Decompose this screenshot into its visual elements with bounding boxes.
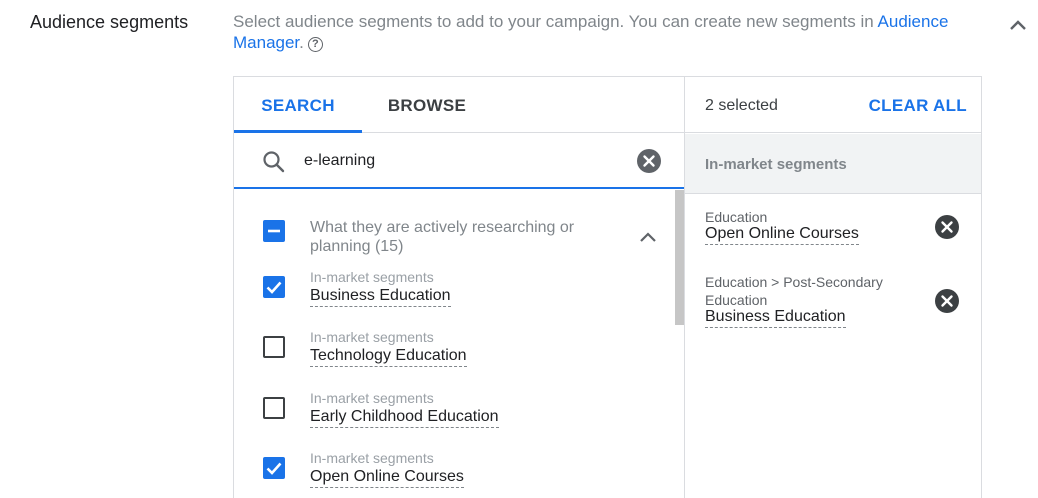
- collapse-chevron-up-icon[interactable]: [1008, 18, 1028, 32]
- selected-item-path: Education > Post-Secondary Education: [705, 274, 883, 308]
- search-pane: SEARCH BROWSE What they are actively res: [234, 77, 685, 498]
- checkbox-checked[interactable]: [263, 276, 285, 298]
- tab-search[interactable]: SEARCH: [234, 77, 362, 133]
- minus-icon: [268, 229, 280, 233]
- clear-search-icon[interactable]: [636, 148, 662, 174]
- item-category: In-market segments: [310, 450, 434, 466]
- checkbox-checked[interactable]: [263, 457, 285, 479]
- scrollbar-thumb[interactable]: [675, 190, 684, 325]
- section-description: Select audience segments to add to your …: [233, 11, 993, 53]
- description-end: .: [299, 33, 304, 52]
- group-header-researching[interactable]: What they are actively researching or pl…: [234, 204, 674, 255]
- search-icon: [263, 151, 285, 173]
- item-category: In-market segments: [310, 269, 434, 285]
- checkbox-unchecked[interactable]: [263, 397, 285, 419]
- check-icon: [266, 462, 282, 475]
- selected-group-header: In-market segments: [685, 134, 981, 194]
- description-text: Select audience segments to add to your …: [233, 12, 878, 31]
- checkbox-unchecked[interactable]: [263, 336, 285, 358]
- help-icon[interactable]: ?: [307, 37, 323, 52]
- list-item[interactable]: In-market segments Open Online Courses: [234, 447, 674, 498]
- selected-item-path: Education: [705, 209, 768, 225]
- search-bar: [234, 133, 684, 189]
- remove-icon[interactable]: [934, 214, 960, 240]
- results-list: What they are actively researching or pl…: [234, 190, 684, 498]
- item-category: In-market segments: [310, 390, 434, 406]
- remove-icon[interactable]: [934, 288, 960, 314]
- clear-all-button[interactable]: CLEAR ALL: [869, 96, 967, 116]
- segment-picker-panel: SEARCH BROWSE What they are actively res: [233, 76, 982, 498]
- list-item[interactable]: In-market segments Early Childhood Educa…: [234, 387, 674, 447]
- chevron-up-icon[interactable]: [639, 231, 657, 243]
- section-title: Audience segments: [30, 12, 189, 32]
- selected-header: 2 selected CLEAR ALL: [685, 77, 981, 133]
- item-name[interactable]: Business Education: [310, 287, 451, 307]
- selected-count: 2 selected: [705, 97, 778, 114]
- list-item[interactable]: In-market segments Technology Education: [234, 326, 674, 386]
- item-name[interactable]: Open Online Courses: [310, 468, 464, 488]
- tab-browse[interactable]: BROWSE: [362, 77, 492, 133]
- group-checkbox-indeterminate[interactable]: [263, 220, 285, 242]
- item-category: In-market segments: [310, 329, 434, 345]
- item-name[interactable]: Technology Education: [310, 347, 467, 367]
- check-icon: [266, 281, 282, 294]
- selected-item-name[interactable]: Open Online Courses: [705, 225, 859, 245]
- selected-pane: 2 selected CLEAR ALL In-market segments …: [685, 77, 981, 498]
- tab-bar: SEARCH BROWSE: [234, 77, 684, 133]
- group-label: What they are actively researching or pl…: [310, 219, 575, 255]
- list-item[interactable]: In-market segments Business Education: [234, 266, 674, 326]
- item-name[interactable]: Early Childhood Education: [310, 408, 499, 428]
- selected-item-name[interactable]: Business Education: [705, 308, 846, 328]
- selected-group-label: In-market segments: [705, 156, 847, 173]
- search-input[interactable]: [304, 147, 624, 175]
